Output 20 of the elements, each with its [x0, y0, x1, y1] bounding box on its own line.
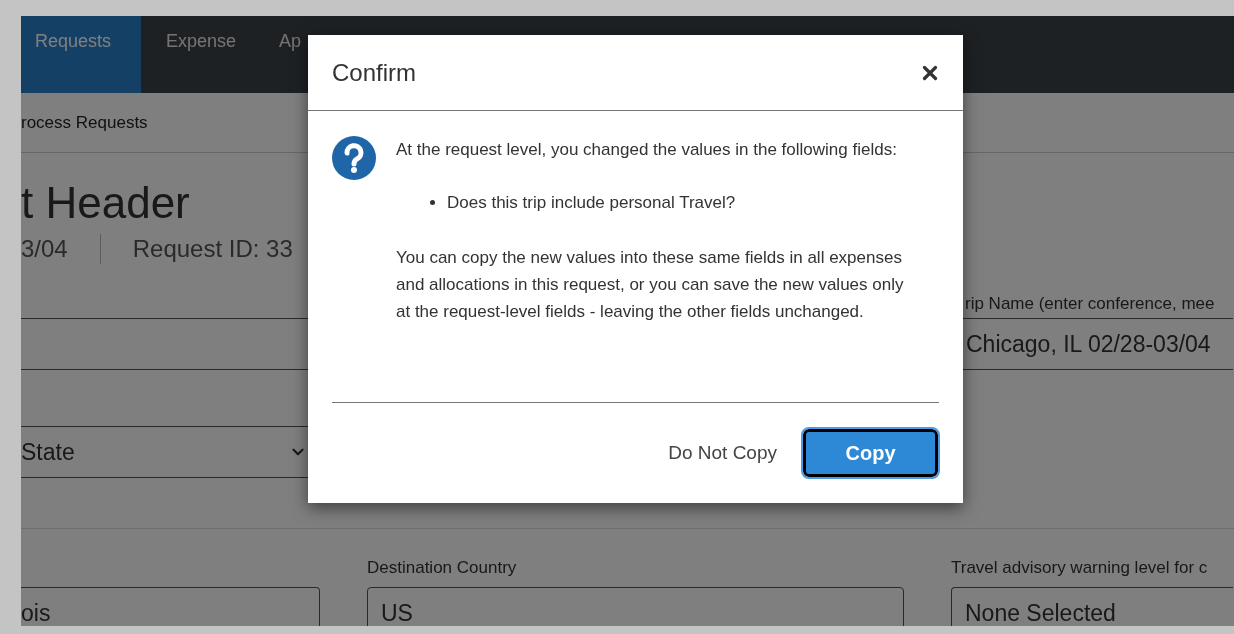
changed-field: Does this trip include personal Travel? — [447, 189, 736, 216]
field-label: Travel advisory warning level for c — [951, 557, 1209, 579]
dialog-title: Confirm — [332, 57, 416, 88]
nav-tab[interactable]: Ap — [254, 16, 320, 93]
dialog-note: You can copy the new values into these same fields in all expenses and allocations in this request, or you can save the new values only at the request-level fields - leaving the other fields unchanged. — [396, 247, 905, 323]
trip-dates: 3/04 — [21, 234, 68, 264]
nav-tab[interactable]: Requests — [21, 16, 141, 93]
country-field[interactable]: US — [367, 587, 904, 626]
field-label: Destination Country — [367, 557, 518, 579]
copy-button[interactable]: Copy — [803, 429, 938, 477]
advisory-select[interactable]: None Selected — [951, 587, 1233, 626]
question-icon — [332, 136, 376, 180]
page-title: t Header — [21, 177, 190, 229]
field-label: rip Name (enter conference, mee — [965, 293, 1215, 315]
dialog-message: At the request level, you changed the values in the following fields: — [396, 139, 898, 161]
breadcrumb[interactable]: rocess Requests — [21, 109, 148, 136]
text-field[interactable]: ois — [21, 587, 320, 626]
do-not-copy-link[interactable]: Do Not Copy — [666, 429, 779, 477]
request-id: Request ID: 33 — [132, 234, 293, 264]
nav-tab[interactable]: Expense — [141, 16, 255, 93]
